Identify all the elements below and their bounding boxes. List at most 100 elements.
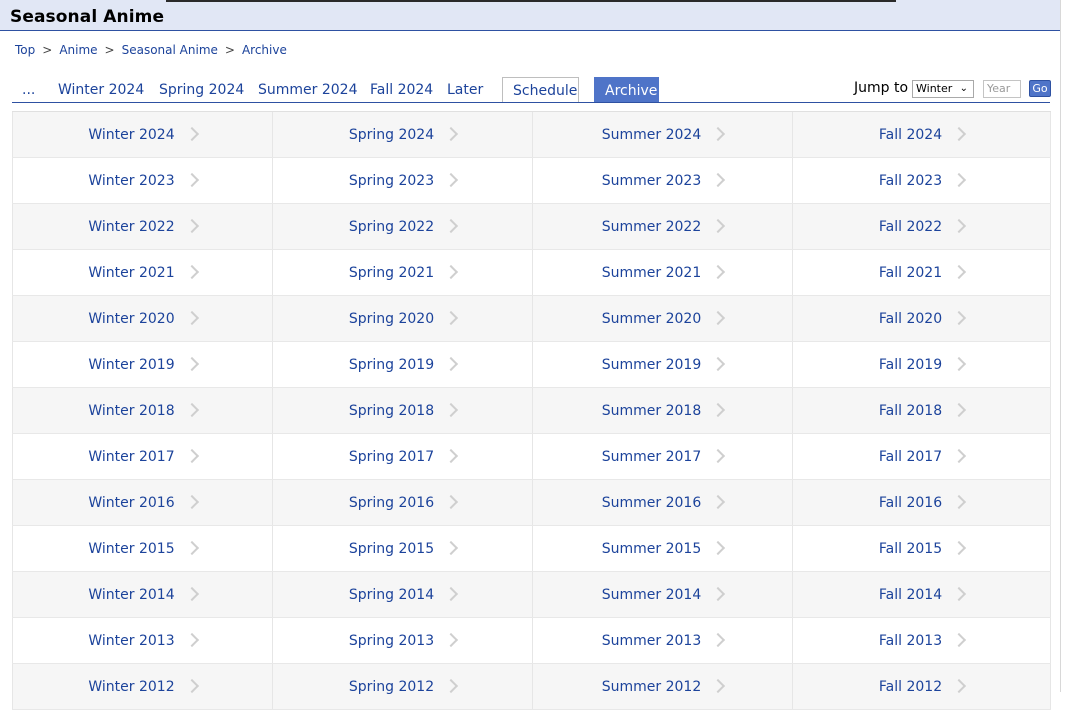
- season-link[interactable]: Winter 2022: [88, 219, 174, 235]
- season-link[interactable]: Spring 2021: [349, 265, 434, 281]
- season-link[interactable]: Winter 2021: [88, 265, 174, 281]
- season-link[interactable]: Winter 2014: [88, 587, 174, 603]
- tab-summer-2024[interactable]: Summer 2024: [258, 77, 357, 102]
- season-link[interactable]: Spring 2022: [349, 219, 434, 235]
- season-link[interactable]: Summer 2022: [602, 219, 701, 235]
- archive-cell[interactable]: Winter 2019: [12, 342, 272, 387]
- archive-cell[interactable]: Spring 2021: [272, 250, 532, 295]
- season-link[interactable]: Fall 2012: [879, 679, 942, 695]
- season-link[interactable]: Fall 2018: [879, 403, 942, 419]
- season-link[interactable]: Spring 2016: [349, 495, 434, 511]
- archive-cell[interactable]: Summer 2018: [532, 388, 792, 433]
- archive-cell[interactable]: Spring 2020: [272, 296, 532, 341]
- archive-cell[interactable]: Winter 2015: [12, 526, 272, 571]
- archive-cell[interactable]: Winter 2022: [12, 204, 272, 249]
- season-link[interactable]: Winter 2013: [88, 633, 174, 649]
- season-link[interactable]: Winter 2015: [88, 541, 174, 557]
- tab-archive[interactable]: Archive: [594, 77, 659, 102]
- archive-cell[interactable]: Summer 2017: [532, 434, 792, 479]
- season-link[interactable]: Winter 2017: [88, 449, 174, 465]
- archive-cell[interactable]: Spring 2016: [272, 480, 532, 525]
- season-link[interactable]: Fall 2020: [879, 311, 942, 327]
- archive-cell[interactable]: Fall 2013: [792, 618, 1051, 663]
- archive-cell[interactable]: Spring 2013: [272, 618, 532, 663]
- archive-cell[interactable]: Summer 2024: [532, 112, 792, 157]
- season-link[interactable]: Spring 2014: [349, 587, 434, 603]
- season-link[interactable]: Spring 2020: [349, 311, 434, 327]
- archive-cell[interactable]: Summer 2020: [532, 296, 792, 341]
- archive-cell[interactable]: Winter 2018: [12, 388, 272, 433]
- archive-cell[interactable]: Fall 2024: [792, 112, 1051, 157]
- tab-more[interactable]: ...: [22, 77, 35, 102]
- season-link[interactable]: Summer 2023: [602, 173, 701, 189]
- season-link[interactable]: Spring 2018: [349, 403, 434, 419]
- season-link[interactable]: Winter 2018: [88, 403, 174, 419]
- archive-cell[interactable]: Fall 2023: [792, 158, 1051, 203]
- season-link[interactable]: Spring 2017: [349, 449, 434, 465]
- archive-cell[interactable]: Summer 2014: [532, 572, 792, 617]
- season-link[interactable]: Summer 2014: [602, 587, 701, 603]
- season-link[interactable]: Winter 2019: [88, 357, 174, 373]
- tab-fall-2024[interactable]: Fall 2024: [370, 77, 433, 102]
- archive-cell[interactable]: Fall 2016: [792, 480, 1051, 525]
- season-link[interactable]: Winter 2012: [88, 679, 174, 695]
- season-link[interactable]: Summer 2018: [602, 403, 701, 419]
- archive-cell[interactable]: Winter 2023: [12, 158, 272, 203]
- tab-later[interactable]: Later: [447, 77, 483, 102]
- archive-cell[interactable]: Spring 2012: [272, 664, 532, 709]
- season-link[interactable]: Spring 2023: [349, 173, 434, 189]
- season-link[interactable]: Fall 2017: [879, 449, 942, 465]
- tab-winter-2024[interactable]: Winter 2024: [58, 77, 144, 102]
- year-input[interactable]: Year: [983, 80, 1021, 98]
- archive-cell[interactable]: Spring 2019: [272, 342, 532, 387]
- season-link[interactable]: Fall 2021: [879, 265, 942, 281]
- season-link[interactable]: Fall 2022: [879, 219, 942, 235]
- tab-spring-2024[interactable]: Spring 2024: [159, 77, 244, 102]
- archive-cell[interactable]: Winter 2014: [12, 572, 272, 617]
- breadcrumb-seasonal-anime[interactable]: Seasonal Anime: [122, 43, 218, 57]
- season-link[interactable]: Fall 2016: [879, 495, 942, 511]
- breadcrumb-archive[interactable]: Archive: [242, 43, 287, 57]
- archive-cell[interactable]: Summer 2012: [532, 664, 792, 709]
- season-link[interactable]: Fall 2015: [879, 541, 942, 557]
- season-link[interactable]: Spring 2013: [349, 633, 434, 649]
- season-link[interactable]: Summer 2016: [602, 495, 701, 511]
- season-link[interactable]: Fall 2013: [879, 633, 942, 649]
- season-link[interactable]: Summer 2019: [602, 357, 701, 373]
- archive-cell[interactable]: Fall 2015: [792, 526, 1051, 571]
- go-button[interactable]: Go: [1029, 80, 1051, 97]
- archive-cell[interactable]: Summer 2013: [532, 618, 792, 663]
- season-link[interactable]: Winter 2023: [88, 173, 174, 189]
- season-link[interactable]: Summer 2017: [602, 449, 701, 465]
- season-link[interactable]: Winter 2020: [88, 311, 174, 327]
- season-link[interactable]: Fall 2014: [879, 587, 942, 603]
- archive-cell[interactable]: Winter 2013: [12, 618, 272, 663]
- archive-cell[interactable]: Summer 2015: [532, 526, 792, 571]
- archive-cell[interactable]: Spring 2018: [272, 388, 532, 433]
- season-link[interactable]: Fall 2019: [879, 357, 942, 373]
- season-link[interactable]: Summer 2013: [602, 633, 701, 649]
- season-link[interactable]: Winter 2016: [88, 495, 174, 511]
- archive-cell[interactable]: Winter 2016: [12, 480, 272, 525]
- tab-schedule[interactable]: Schedule: [502, 77, 579, 102]
- season-link[interactable]: Winter 2024: [88, 127, 174, 143]
- season-link[interactable]: Fall 2024: [879, 127, 942, 143]
- season-link[interactable]: Summer 2021: [602, 265, 701, 281]
- season-link[interactable]: Spring 2015: [349, 541, 434, 557]
- archive-cell[interactable]: Summer 2016: [532, 480, 792, 525]
- archive-cell[interactable]: Fall 2018: [792, 388, 1051, 433]
- archive-cell[interactable]: Spring 2024: [272, 112, 532, 157]
- archive-cell[interactable]: Spring 2023: [272, 158, 532, 203]
- season-link[interactable]: Spring 2012: [349, 679, 434, 695]
- archive-cell[interactable]: Fall 2017: [792, 434, 1051, 479]
- archive-cell[interactable]: Fall 2021: [792, 250, 1051, 295]
- season-link[interactable]: Summer 2015: [602, 541, 701, 557]
- season-link[interactable]: Fall 2023: [879, 173, 942, 189]
- archive-cell[interactable]: Winter 2024: [12, 112, 272, 157]
- archive-cell[interactable]: Winter 2021: [12, 250, 272, 295]
- season-link[interactable]: Summer 2012: [602, 679, 701, 695]
- archive-cell[interactable]: Summer 2023: [532, 158, 792, 203]
- archive-cell[interactable]: Winter 2017: [12, 434, 272, 479]
- archive-cell[interactable]: Spring 2022: [272, 204, 532, 249]
- archive-cell[interactable]: Fall 2012: [792, 664, 1051, 709]
